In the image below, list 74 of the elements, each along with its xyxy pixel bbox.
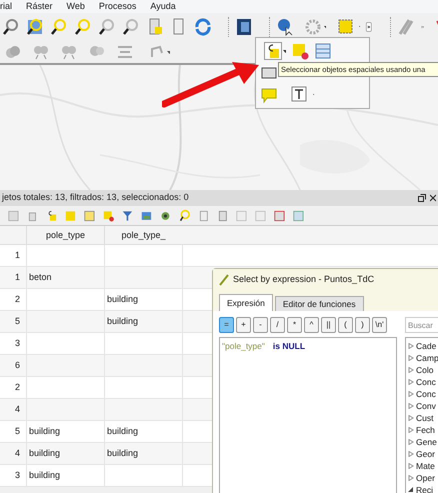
function-group[interactable]: Conc <box>416 388 436 400</box>
keyword-token: is NULL <box>272 340 306 353</box>
search-field[interactable]: Buscar <box>405 317 438 333</box>
operator-button[interactable]: ( <box>338 317 353 333</box>
zoom-in-icon[interactable] <box>50 18 68 36</box>
help-icon[interactable] <box>235 18 253 36</box>
operator-button[interactable]: \n' <box>372 317 387 333</box>
pencil-icon[interactable] <box>397 18 415 36</box>
close-icon[interactable] <box>430 194 436 202</box>
column-header[interactable]: pole_type_ <box>104 226 182 244</box>
operator-button[interactable]: * <box>287 317 302 333</box>
expression-editor[interactable]: "pole_type" is NULL <box>219 337 397 493</box>
deselect-icon[interactable] <box>291 42 309 60</box>
menu-item[interactable]: Web <box>66 2 85 11</box>
table-cell: building <box>107 316 138 326</box>
function-group[interactable]: Colo <box>416 364 434 376</box>
function-group[interactable]: Mate <box>416 460 435 472</box>
zoom-icon[interactable] <box>2 18 20 36</box>
operator-button[interactable]: ^ <box>304 317 319 333</box>
window-title: Select by expression - Puntos_TdC <box>233 273 374 286</box>
identify-icon[interactable] <box>276 18 294 36</box>
table-cell: building <box>107 426 138 436</box>
function-group[interactable]: Geor <box>416 448 435 460</box>
tab[interactable]: Editor de funciones <box>274 296 364 311</box>
zoom-out-icon[interactable] <box>74 18 92 36</box>
zoom-last-icon[interactable] <box>98 18 116 36</box>
row-number: 1 <box>14 249 21 262</box>
table-cell: building <box>107 448 138 458</box>
row-number: 3 <box>14 337 21 350</box>
merge-icon[interactable] <box>4 43 22 61</box>
operator-button[interactable]: ) <box>355 317 370 333</box>
function-group[interactable]: Cust <box>416 412 434 424</box>
field-token: "pole_type" <box>222 340 265 353</box>
row-number: 4 <box>14 447 21 460</box>
menu-item[interactable]: Procesos <box>98 2 136 11</box>
operator-button[interactable]: / <box>270 317 285 333</box>
menu-item[interactable]: Ráster <box>26 2 53 11</box>
row-number: 2 <box>14 381 21 394</box>
function-group[interactable]: Conv <box>416 400 436 412</box>
operator-button[interactable]: || <box>321 317 336 333</box>
table-cell: building <box>29 470 60 480</box>
align-icon[interactable] <box>116 43 134 61</box>
function-group[interactable]: Fech <box>416 424 435 436</box>
row-number: 6 <box>14 359 21 372</box>
zoom-full-icon[interactable] <box>26 18 44 36</box>
table-cell: building <box>29 448 60 458</box>
operator-button[interactable]: + <box>236 317 251 333</box>
tab[interactable]: Expresión <box>219 294 273 311</box>
status-text: jetos totales: 13, filtrados: 13, seleccionados: 0 <box>2 191 189 204</box>
refresh-icon[interactable] <box>194 18 212 36</box>
row-number: 1 <box>14 271 21 284</box>
menu-item[interactable]: rial <box>0 2 12 11</box>
function-group[interactable]: Conc <box>416 376 436 388</box>
table-cell: building <box>107 294 138 304</box>
operator-button[interactable]: - <box>253 317 268 333</box>
split-icon[interactable] <box>32 43 50 61</box>
function-group[interactable]: Cade <box>416 340 436 352</box>
function-group[interactable]: Reci <box>416 484 434 493</box>
menu-item[interactable]: Ayuda <box>150 2 176 11</box>
row-number: 3 <box>14 469 21 482</box>
table-cell: beton <box>29 272 52 282</box>
row-number: 5 <box>14 425 21 438</box>
function-group[interactable]: Gene <box>416 436 437 448</box>
column-header[interactable]: pole_type <box>26 226 104 244</box>
function-group[interactable]: Oper <box>416 472 435 484</box>
operator-button[interactable]: = <box>219 317 234 333</box>
float-icon[interactable] <box>418 194 426 202</box>
row-number: 4 <box>14 403 21 416</box>
split-icon[interactable] <box>60 43 78 61</box>
function-group[interactable]: Camp <box>416 352 438 364</box>
table-cell: building <box>29 426 60 436</box>
zoom-next-icon[interactable] <box>122 18 140 36</box>
row-number: 5 <box>14 315 21 328</box>
row-number: 2 <box>14 293 21 306</box>
